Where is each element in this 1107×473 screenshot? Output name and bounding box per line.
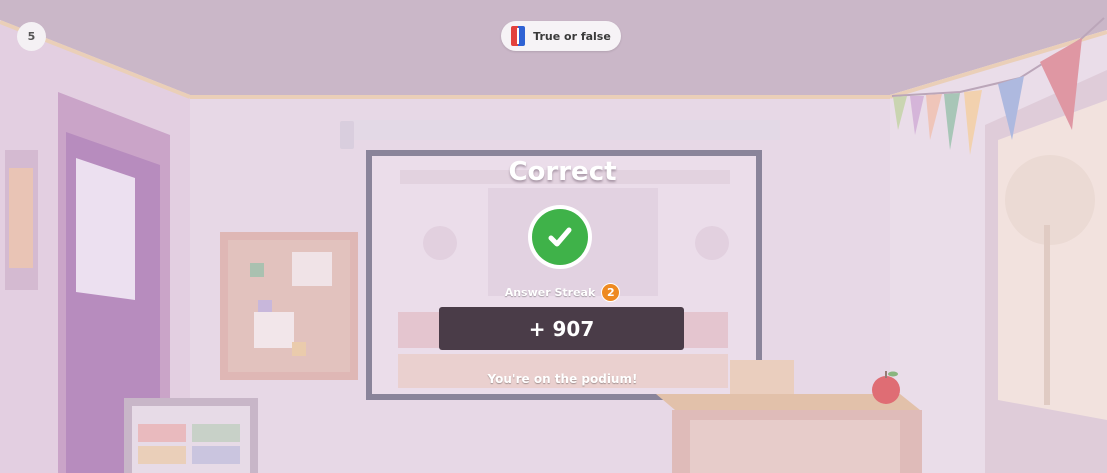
true-false-icon [511,26,526,46]
streak-badge: 2 [601,283,621,302]
question-number: 5 [27,30,36,43]
checkmark-icon [528,205,592,269]
streak-label: Answer Streak [504,286,596,299]
points-earned: + 907 [439,307,684,350]
question-counter: 5 [17,22,46,51]
question-type-label: True or false [533,29,611,43]
result-title: Correct [508,157,617,187]
podium-message: You're on the podium! [487,372,638,386]
answer-streak: Answer Streak 2 [440,283,685,302]
game-scene: 5 True or false Correct Answer Streak 2 … [0,0,1107,473]
question-type-pill: True or false [501,21,621,51]
